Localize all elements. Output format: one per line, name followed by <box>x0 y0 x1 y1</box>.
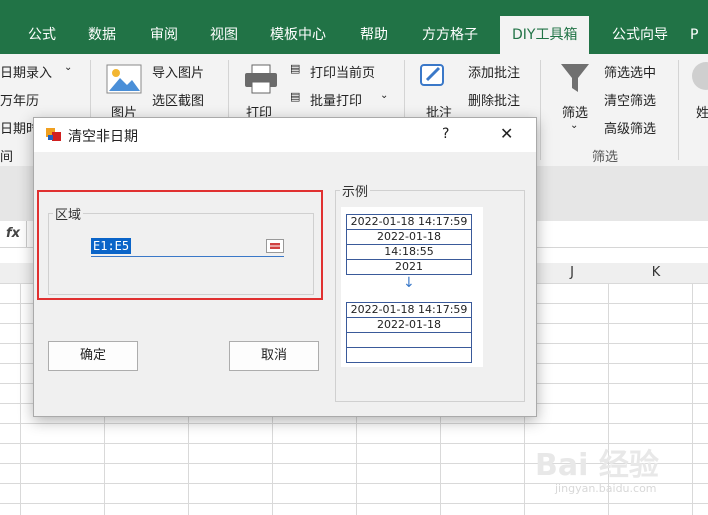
advanced-filter-button[interactable]: 高级筛选 <box>604 118 656 137</box>
dialog-title-bar: 清空非日期 ? ✕ <box>34 118 536 152</box>
import-image-button[interactable]: 导入图片 <box>152 62 204 81</box>
arrow-down-icon: ↓ <box>403 275 415 291</box>
tab-ffgz[interactable]: 方方格子 <box>422 16 478 54</box>
title-bar <box>0 0 708 16</box>
close-icon[interactable]: ✕ <box>500 124 513 143</box>
cancel-button[interactable]: 取消 <box>229 341 319 371</box>
watermark-logo: Bai 经验 <box>535 448 659 483</box>
range-input[interactable]: E1:E5 <box>91 238 284 257</box>
filter-button[interactable]: 筛选 <box>562 102 588 121</box>
tab-review[interactable]: 审阅 <box>150 16 178 54</box>
example-after-row: 2022-01-18 <box>346 317 472 333</box>
comment-pen-icon[interactable] <box>420 62 446 94</box>
tab-template-center[interactable]: 模板中心 <box>270 16 326 54</box>
help-button[interactable]: ? <box>442 126 449 142</box>
example-after-row <box>346 332 472 348</box>
name-button[interactable]: 姓 <box>696 102 708 121</box>
example-label: 示例 <box>340 181 371 200</box>
person-icon <box>692 62 708 90</box>
app-icon <box>46 128 62 142</box>
batch-print-icon: ▤ <box>290 90 301 103</box>
printer-icon[interactable] <box>244 64 278 94</box>
range-select-icon[interactable] <box>266 239 284 253</box>
delete-comment-button[interactable]: 删除批注 <box>468 90 520 109</box>
example-image: 2022-01-18 14:17:59 2022-01-18 14:18:55 … <box>341 207 483 367</box>
chevron-down-icon[interactable]: ⌄ <box>570 120 578 131</box>
tab-diy-toolbox[interactable]: DIY工具箱 <box>500 16 590 54</box>
print-current-button[interactable]: 打印当前页 <box>310 62 375 81</box>
example-before-row: 14:18:55 <box>346 244 472 260</box>
batch-print-button[interactable]: 批量打印 <box>310 90 362 109</box>
example-group: 示例 2022-01-18 14:17:59 2022-01-18 14:18:… <box>335 181 525 402</box>
example-after-row: 2022-01-18 14:17:59 <box>346 302 472 318</box>
tab-view[interactable]: 视图 <box>210 16 238 54</box>
ok-button[interactable]: 确定 <box>48 341 138 371</box>
watermark-url: jingyan.baidu.com <box>555 482 657 495</box>
ribbon-tab-bar: 公式 数据 审阅 视图 模板中心 帮助 方方格子 DIY工具箱 公式向导 P <box>0 16 708 54</box>
range-value: E1:E5 <box>91 238 132 254</box>
chevron-down-icon[interactable]: ⌄ <box>380 90 388 101</box>
funnel-icon[interactable] <box>560 62 590 94</box>
date-entry-button[interactable]: 日期录入 <box>0 62 52 81</box>
clear-non-date-dialog: 清空非日期 ? ✕ 区域 E1:E5 确定 取消 示例 2022-01-18 1… <box>33 117 537 417</box>
filter-group-label: 筛选 <box>592 150 619 165</box>
example-before-row: 2021 <box>346 259 472 275</box>
example-after-row <box>346 347 472 363</box>
screenshot-button[interactable]: 选区截图 <box>152 90 204 109</box>
tab-data[interactable]: 数据 <box>88 16 116 54</box>
dialog-title: 清空非日期 <box>68 129 138 145</box>
image-icon[interactable] <box>106 64 142 94</box>
example-before-row: 2022-01-18 14:17:59 <box>346 214 472 230</box>
example-before-row: 2022-01-18 <box>346 229 472 245</box>
ribbon-separator <box>540 60 541 160</box>
tab-formula[interactable]: 公式 <box>28 16 56 54</box>
area-label: 区域 <box>53 204 84 223</box>
add-comment-button[interactable]: 添加批注 <box>468 62 520 81</box>
fx-icon[interactable]: fx <box>0 221 27 247</box>
tab-formula-guide[interactable]: 公式向导 <box>612 16 668 54</box>
tab-more[interactable]: P <box>690 16 698 54</box>
calendar-button[interactable]: 万年历 <box>0 90 39 109</box>
time-label: 间 <box>0 150 14 165</box>
column-header-j[interactable]: J <box>530 263 614 283</box>
tab-help[interactable]: 帮助 <box>360 16 388 54</box>
clear-filter-button[interactable]: 清空筛选 <box>604 90 656 109</box>
print-page-icon: ▤ <box>290 62 301 75</box>
column-header-k[interactable]: K <box>614 263 698 283</box>
filter-selected-button[interactable]: 筛选选中 <box>604 62 656 81</box>
chevron-down-icon[interactable]: ⌄ <box>64 62 72 73</box>
ribbon-separator <box>678 60 679 160</box>
